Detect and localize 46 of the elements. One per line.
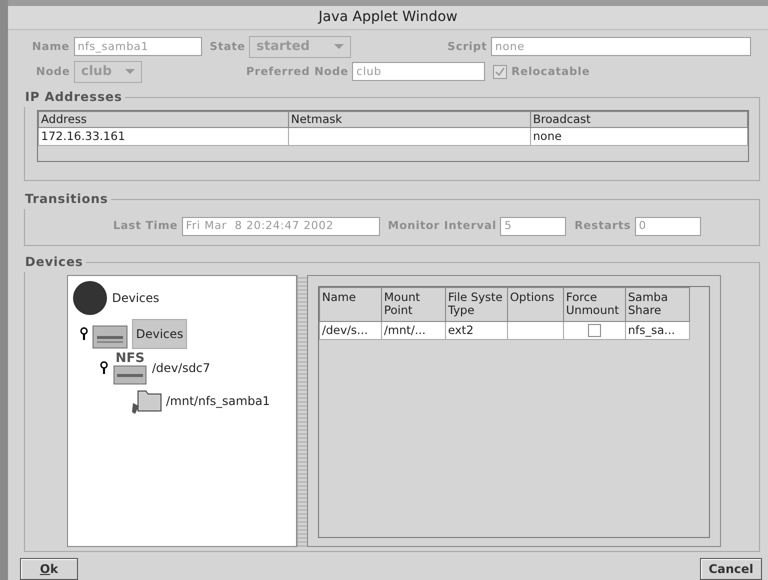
tree-node[interactable]: Devices xyxy=(112,288,160,307)
caret-icon xyxy=(334,44,344,50)
table-cell: /mnt/... xyxy=(382,321,446,340)
user-icon xyxy=(72,280,108,316)
field-label: Last Time xyxy=(113,218,178,234)
checkbox[interactable] xyxy=(493,64,508,79)
table-cell: /dev/s... xyxy=(320,321,382,340)
text-field[interactable]: none xyxy=(491,37,752,56)
text-field[interactable]: 5 xyxy=(500,216,566,236)
tree-node[interactable]: /dev/sdc7 xyxy=(152,359,210,378)
ok-button[interactable]: Ok xyxy=(20,558,78,580)
field-label: Node xyxy=(36,64,70,80)
column-header: Broadcast xyxy=(530,111,748,128)
text-field[interactable]: Fri Mar 8 20:24:47 2002 xyxy=(182,216,380,236)
table-cell: 172.16.33.161 xyxy=(38,127,288,146)
column-header: Netmask xyxy=(288,111,530,128)
node-dropdown[interactable]: club xyxy=(74,60,142,83)
field-label: Restarts xyxy=(574,218,631,234)
table-cell: ext2 xyxy=(446,321,508,340)
field-label: Name xyxy=(32,38,70,55)
column-header: File Syste Type xyxy=(446,287,508,322)
column-header: Samba Share xyxy=(626,287,690,322)
checkbox-label: Relocatable xyxy=(511,64,590,80)
field-label: State xyxy=(210,38,246,55)
caret-icon xyxy=(125,69,136,74)
text-field[interactable]: club xyxy=(352,62,486,82)
tree-node[interactable]: Devices xyxy=(132,318,188,349)
state-dropdown[interactable]: started xyxy=(249,36,352,58)
window-title: Java Applet Window xyxy=(318,8,458,27)
column-header: Name xyxy=(320,287,382,322)
column-header: Mount Point xyxy=(382,287,446,322)
text-field[interactable]: nfs_samba1 xyxy=(74,37,202,56)
field-label: Script xyxy=(447,38,488,55)
table-cell: nfs_sa... xyxy=(626,321,690,340)
expand-handle-icon[interactable] xyxy=(100,361,108,376)
tree-node[interactable]: /mnt/nfs_samba1 xyxy=(166,392,270,410)
expand-handle-icon[interactable] xyxy=(80,326,88,341)
column-header: Address xyxy=(38,111,288,128)
checkbox[interactable] xyxy=(588,324,601,338)
text-field[interactable]: 0 xyxy=(634,216,701,236)
column-header: Options xyxy=(508,287,564,322)
column-header: Force Unmount xyxy=(564,287,626,322)
field-label: Monitor Interval xyxy=(388,218,496,234)
table-cell: none xyxy=(530,127,748,146)
cancel-button[interactable]: Cancel xyxy=(700,558,762,580)
field-label: Preferred Node xyxy=(246,64,348,80)
